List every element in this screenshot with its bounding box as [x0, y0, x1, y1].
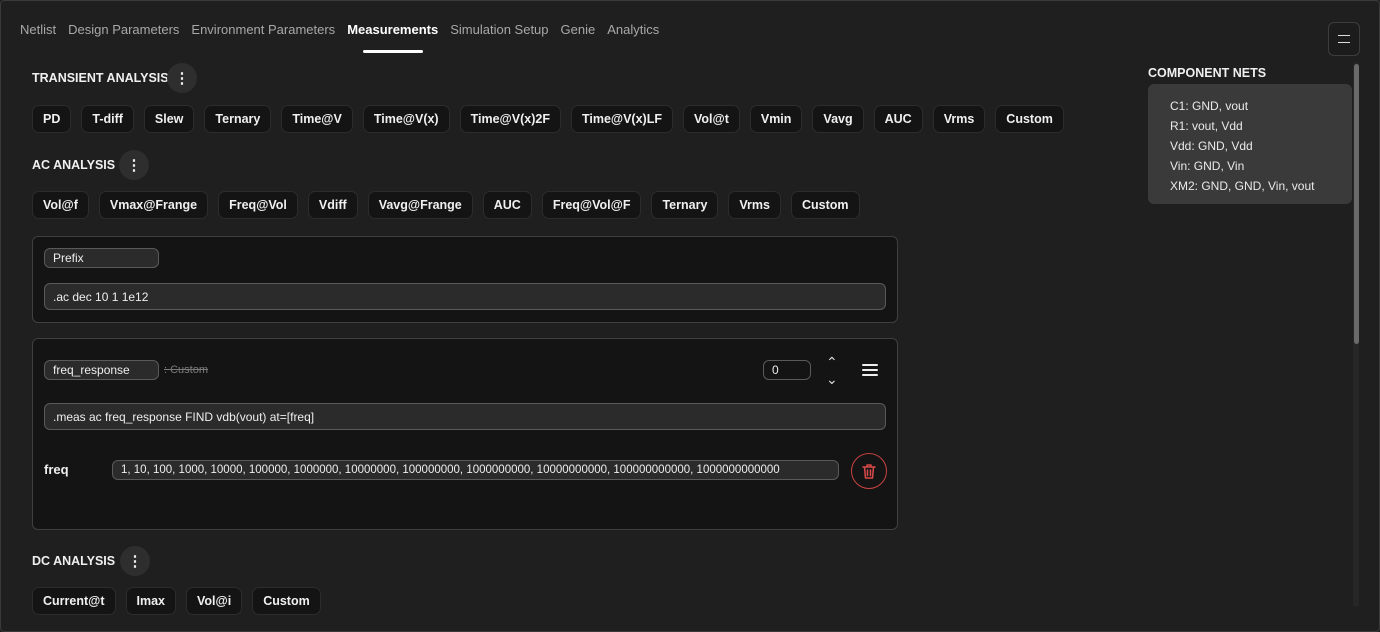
measurement-card: freq_response : Custom 0 ⌃ ⌄ .meas ac fr… [32, 338, 898, 530]
drag-handle-icon[interactable] [862, 364, 878, 376]
menu-icon [1338, 35, 1350, 43]
dc-section-title: DC ANALYSIS [32, 554, 116, 568]
transient-chip-time-v[interactable]: Time@V [281, 105, 353, 133]
dc-chip-imax[interactable]: Imax [125, 587, 176, 615]
dc-chip-current-t[interactable]: Current@t [32, 587, 116, 615]
transient-chip-custom[interactable]: Custom [995, 105, 1064, 133]
prefix-command-field[interactable]: .ac dec 10 1 1e12 [44, 283, 886, 310]
component-nets-panel: C1: GND, vout R1: vout, Vdd Vdd: GND, Vd… [1148, 84, 1352, 204]
trash-icon [862, 463, 876, 479]
net-line: C1: GND, vout [1170, 99, 1249, 113]
parameter-label: freq [44, 462, 69, 477]
net-line: R1: vout, Vdd [1170, 119, 1243, 133]
tab-genie[interactable]: Genie [561, 22, 596, 47]
ac-chip-vmax-frange[interactable]: Vmax@Frange [98, 191, 209, 219]
ac-chip-vdiff[interactable]: Vdiff [307, 191, 358, 219]
ac-chip-freq-vol-f[interactable]: Freq@Vol@F [541, 191, 642, 219]
net-line: Vin: GND, Vin [1170, 159, 1245, 173]
net-line: XM2: GND, GND, Vin, vout [1170, 179, 1315, 193]
measurement-type-label: : Custom [164, 364, 209, 376]
net-line: Vdd: GND, Vdd [1170, 139, 1253, 153]
tab-analytics[interactable]: Analytics [607, 22, 659, 47]
top-tabs: Netlist Design Parameters Environment Pa… [20, 22, 671, 53]
prefix-card: Prefix .ac dec 10 1 1e12 [32, 236, 898, 323]
transient-chip-ternary[interactable]: Ternary [204, 105, 272, 133]
ac-chip-freq-vol[interactable]: Freq@Vol [218, 191, 298, 219]
transient-more-icon[interactable]: ⋮ [167, 63, 197, 93]
prefix-label-field[interactable]: Prefix [44, 248, 159, 268]
chevron-down-icon[interactable]: ⌄ [826, 372, 838, 386]
transient-chip-row: PD T-diff Slew Ternary Time@V Time@V(x) Time@V… [32, 105, 1064, 133]
ac-chip-row: Vol@f Vmax@Frange Freq@Vol Vdiff Vavg@Frange… [32, 191, 860, 219]
delete-parameter-button[interactable] [851, 453, 887, 489]
transient-chip-time-v-x-lf[interactable]: Time@V(x)LF [570, 105, 673, 133]
transient-chip-slew[interactable]: Slew [143, 105, 195, 133]
ac-chip-vol-f[interactable]: Vol@f [32, 191, 89, 219]
tab-design-parameters[interactable]: Design Parameters [68, 22, 179, 47]
tab-simulation-setup[interactable]: Simulation Setup [450, 22, 548, 47]
dc-chip-custom[interactable]: Custom [252, 587, 321, 615]
chevron-up-icon[interactable]: ⌃ [826, 355, 838, 369]
ac-chip-ternary[interactable]: Ternary [651, 191, 719, 219]
order-number-field[interactable]: 0 [763, 360, 811, 380]
tab-environment-parameters[interactable]: Environment Parameters [191, 22, 335, 47]
transient-chip-auc[interactable]: AUC [873, 105, 923, 133]
transient-chip-t-diff[interactable]: T-diff [81, 105, 134, 133]
ac-chip-vrms[interactable]: Vrms [728, 191, 781, 219]
ac-more-icon[interactable]: ⋮ [119, 150, 149, 180]
parameter-values-field[interactable]: 1, 10, 100, 1000, 10000, 100000, 1000000… [112, 460, 839, 480]
transient-chip-pd[interactable]: PD [32, 105, 72, 133]
dc-chip-row: Current@t Imax Vol@i Custom [32, 587, 321, 615]
transient-chip-vrms[interactable]: Vrms [932, 105, 986, 133]
measurement-statement-field[interactable]: .meas ac freq_response FIND vdb(vout) at… [44, 403, 886, 430]
transient-chip-vol-t[interactable]: Vol@t [682, 105, 740, 133]
tab-netlist[interactable]: Netlist [20, 22, 56, 47]
transient-chip-vmin[interactable]: Vmin [749, 105, 803, 133]
tab-measurements[interactable]: Measurements [347, 22, 438, 53]
scrollbar-thumb[interactable] [1354, 64, 1359, 344]
dc-more-icon[interactable]: ⋮ [120, 546, 150, 576]
ac-chip-vavg-frange[interactable]: Vavg@Frange [367, 191, 473, 219]
component-nets-title: COMPONENT NETS [1148, 66, 1267, 80]
measurement-name-field[interactable]: freq_response [44, 360, 159, 380]
dc-chip-vol-i[interactable]: Vol@i [186, 587, 243, 615]
transient-section-title: TRANSIENT ANALYSIS [32, 71, 169, 85]
panel-menu-button[interactable] [1328, 22, 1360, 56]
transient-chip-vavg[interactable]: Vavg [812, 105, 864, 133]
ac-section-title: AC ANALYSIS [32, 158, 116, 172]
transient-chip-time-v-x-2f[interactable]: Time@V(x)2F [459, 105, 561, 133]
ac-chip-auc[interactable]: AUC [482, 191, 532, 219]
ac-chip-custom[interactable]: Custom [791, 191, 860, 219]
transient-chip-time-v-x[interactable]: Time@V(x) [362, 105, 450, 133]
